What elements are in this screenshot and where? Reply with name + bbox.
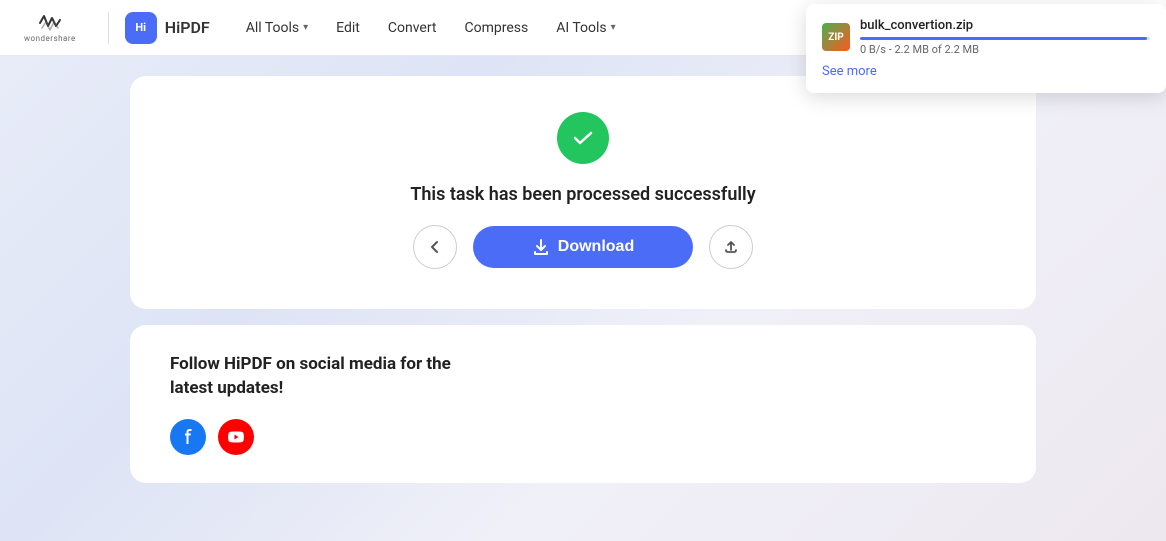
popup-file-icon: ZIP — [822, 23, 850, 51]
popup-file-info: bulk_convertion.zip 0 B/s - 2.2 MB of 2.… — [860, 18, 1150, 56]
wondershare-icon — [36, 12, 64, 34]
nav-ai-tools[interactable]: AI Tools ▾ — [544, 14, 627, 42]
facebook-button[interactable] — [170, 419, 206, 455]
nav-edit-label: Edit — [336, 20, 360, 36]
social-icons — [170, 419, 996, 455]
logo-area: wondershare — [24, 12, 76, 43]
back-button[interactable] — [413, 225, 457, 269]
upload-icon — [723, 239, 739, 255]
social-title: Follow HiPDF on social media for the lat… — [170, 353, 470, 401]
nav-convert-label: Convert — [388, 20, 437, 36]
hipdf-icon: Hi — [125, 12, 157, 44]
popup-progress-bar-container — [860, 37, 1150, 40]
checkmark-icon — [570, 125, 596, 151]
download-icon — [532, 238, 550, 256]
success-card: This task has been processed successfull… — [130, 76, 1036, 309]
popup-progress-bar — [860, 37, 1147, 40]
popup-file-icon-text: ZIP — [828, 32, 843, 43]
popup-see-more[interactable]: See more — [822, 64, 1150, 79]
download-button-label: Download — [558, 238, 634, 256]
nav-convert[interactable]: Convert — [376, 14, 449, 42]
social-card: Follow HiPDF on social media for the lat… — [130, 325, 1036, 483]
ai-tools-chevron-icon: ▾ — [611, 22, 616, 33]
back-icon — [428, 240, 442, 254]
download-button[interactable]: Download — [473, 226, 693, 268]
wondershare-logo: wondershare — [24, 12, 76, 43]
nav-all-tools-label: All Tools — [246, 20, 299, 36]
header-divider — [108, 12, 109, 44]
nav-compress-label: Compress — [465, 20, 529, 36]
action-row: Download — [413, 225, 753, 269]
wondershare-text: wondershare — [24, 34, 76, 43]
hipdf-text: HiPDF — [165, 18, 210, 37]
nav-compress[interactable]: Compress — [453, 14, 541, 42]
upload-button[interactable] — [709, 225, 753, 269]
hipdf-logo: Hi HiPDF — [125, 12, 210, 44]
download-popup: ZIP bulk_convertion.zip 0 B/s - 2.2 MB o… — [806, 4, 1166, 93]
header: wondershare Hi HiPDF All Tools ▾ Edit Co… — [0, 0, 1166, 56]
youtube-button[interactable] — [218, 419, 254, 455]
main-content: This task has been processed successfull… — [0, 56, 1166, 541]
success-icon — [557, 112, 609, 164]
youtube-icon — [227, 428, 245, 446]
nav-all-tools[interactable]: All Tools ▾ — [234, 14, 320, 42]
nav-ai-tools-label: AI Tools — [556, 20, 606, 36]
nav-edit[interactable]: Edit — [324, 14, 372, 42]
chevron-down-icon: ▾ — [303, 22, 308, 33]
popup-download-item: ZIP bulk_convertion.zip 0 B/s - 2.2 MB o… — [822, 18, 1150, 56]
success-title: This task has been processed successfull… — [410, 184, 755, 205]
popup-size-text: 0 B/s - 2.2 MB of 2.2 MB — [860, 43, 1150, 56]
popup-filename: bulk_convertion.zip — [860, 18, 1150, 33]
facebook-icon — [179, 428, 197, 446]
